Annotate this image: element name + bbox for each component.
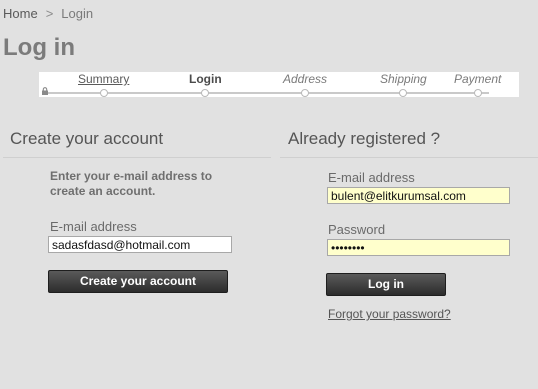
lock-icon <box>42 87 48 95</box>
step-summary-label: Summary <box>78 72 130 86</box>
password-input[interactable] <box>327 239 510 256</box>
steps-track <box>45 92 489 94</box>
login-email-label: E-mail address <box>328 170 415 185</box>
password-label: Password <box>328 222 386 237</box>
step-shipping-label: Shipping <box>380 72 427 86</box>
create-account-title: Create your account <box>10 129 164 148</box>
step-address-label: Address <box>283 72 328 86</box>
login-divider <box>280 157 538 158</box>
step-shipping: Shipping <box>380 72 427 97</box>
step-shipping-dot <box>399 89 408 97</box>
create-email-input[interactable] <box>48 236 232 253</box>
create-account-divider <box>3 157 271 158</box>
step-login: Login <box>189 72 222 97</box>
create-account-intro: Enter your e-mail address to create an a… <box>50 169 213 198</box>
breadcrumb-current: Login <box>61 6 94 21</box>
forgot-password-link[interactable]: Forgot your password? <box>328 307 451 321</box>
checkout-steps: Summary Login Address Shipping Payment <box>39 72 519 97</box>
step-summary-dot <box>99 89 108 97</box>
step-payment-dot <box>473 89 482 97</box>
step-address-dot <box>301 89 310 97</box>
breadcrumb: Home > Login <box>3 6 93 21</box>
login-title: Already registered ? <box>288 129 441 148</box>
login-email-input[interactable] <box>327 187 510 204</box>
step-address: Address <box>283 72 328 97</box>
step-summary[interactable]: Summary <box>78 72 130 97</box>
login-button[interactable]: Log in <box>326 273 446 296</box>
page-title: Log in <box>3 34 75 61</box>
create-account-button[interactable]: Create your account <box>48 270 228 293</box>
step-payment-label: Payment <box>454 72 502 86</box>
create-email-label: E-mail address <box>50 219 137 234</box>
breadcrumb-home-link[interactable]: Home <box>3 6 38 21</box>
step-login-label: Login <box>189 72 222 86</box>
breadcrumb-separator: > <box>45 6 54 21</box>
step-payment: Payment <box>454 72 502 97</box>
step-login-dot <box>201 89 210 97</box>
